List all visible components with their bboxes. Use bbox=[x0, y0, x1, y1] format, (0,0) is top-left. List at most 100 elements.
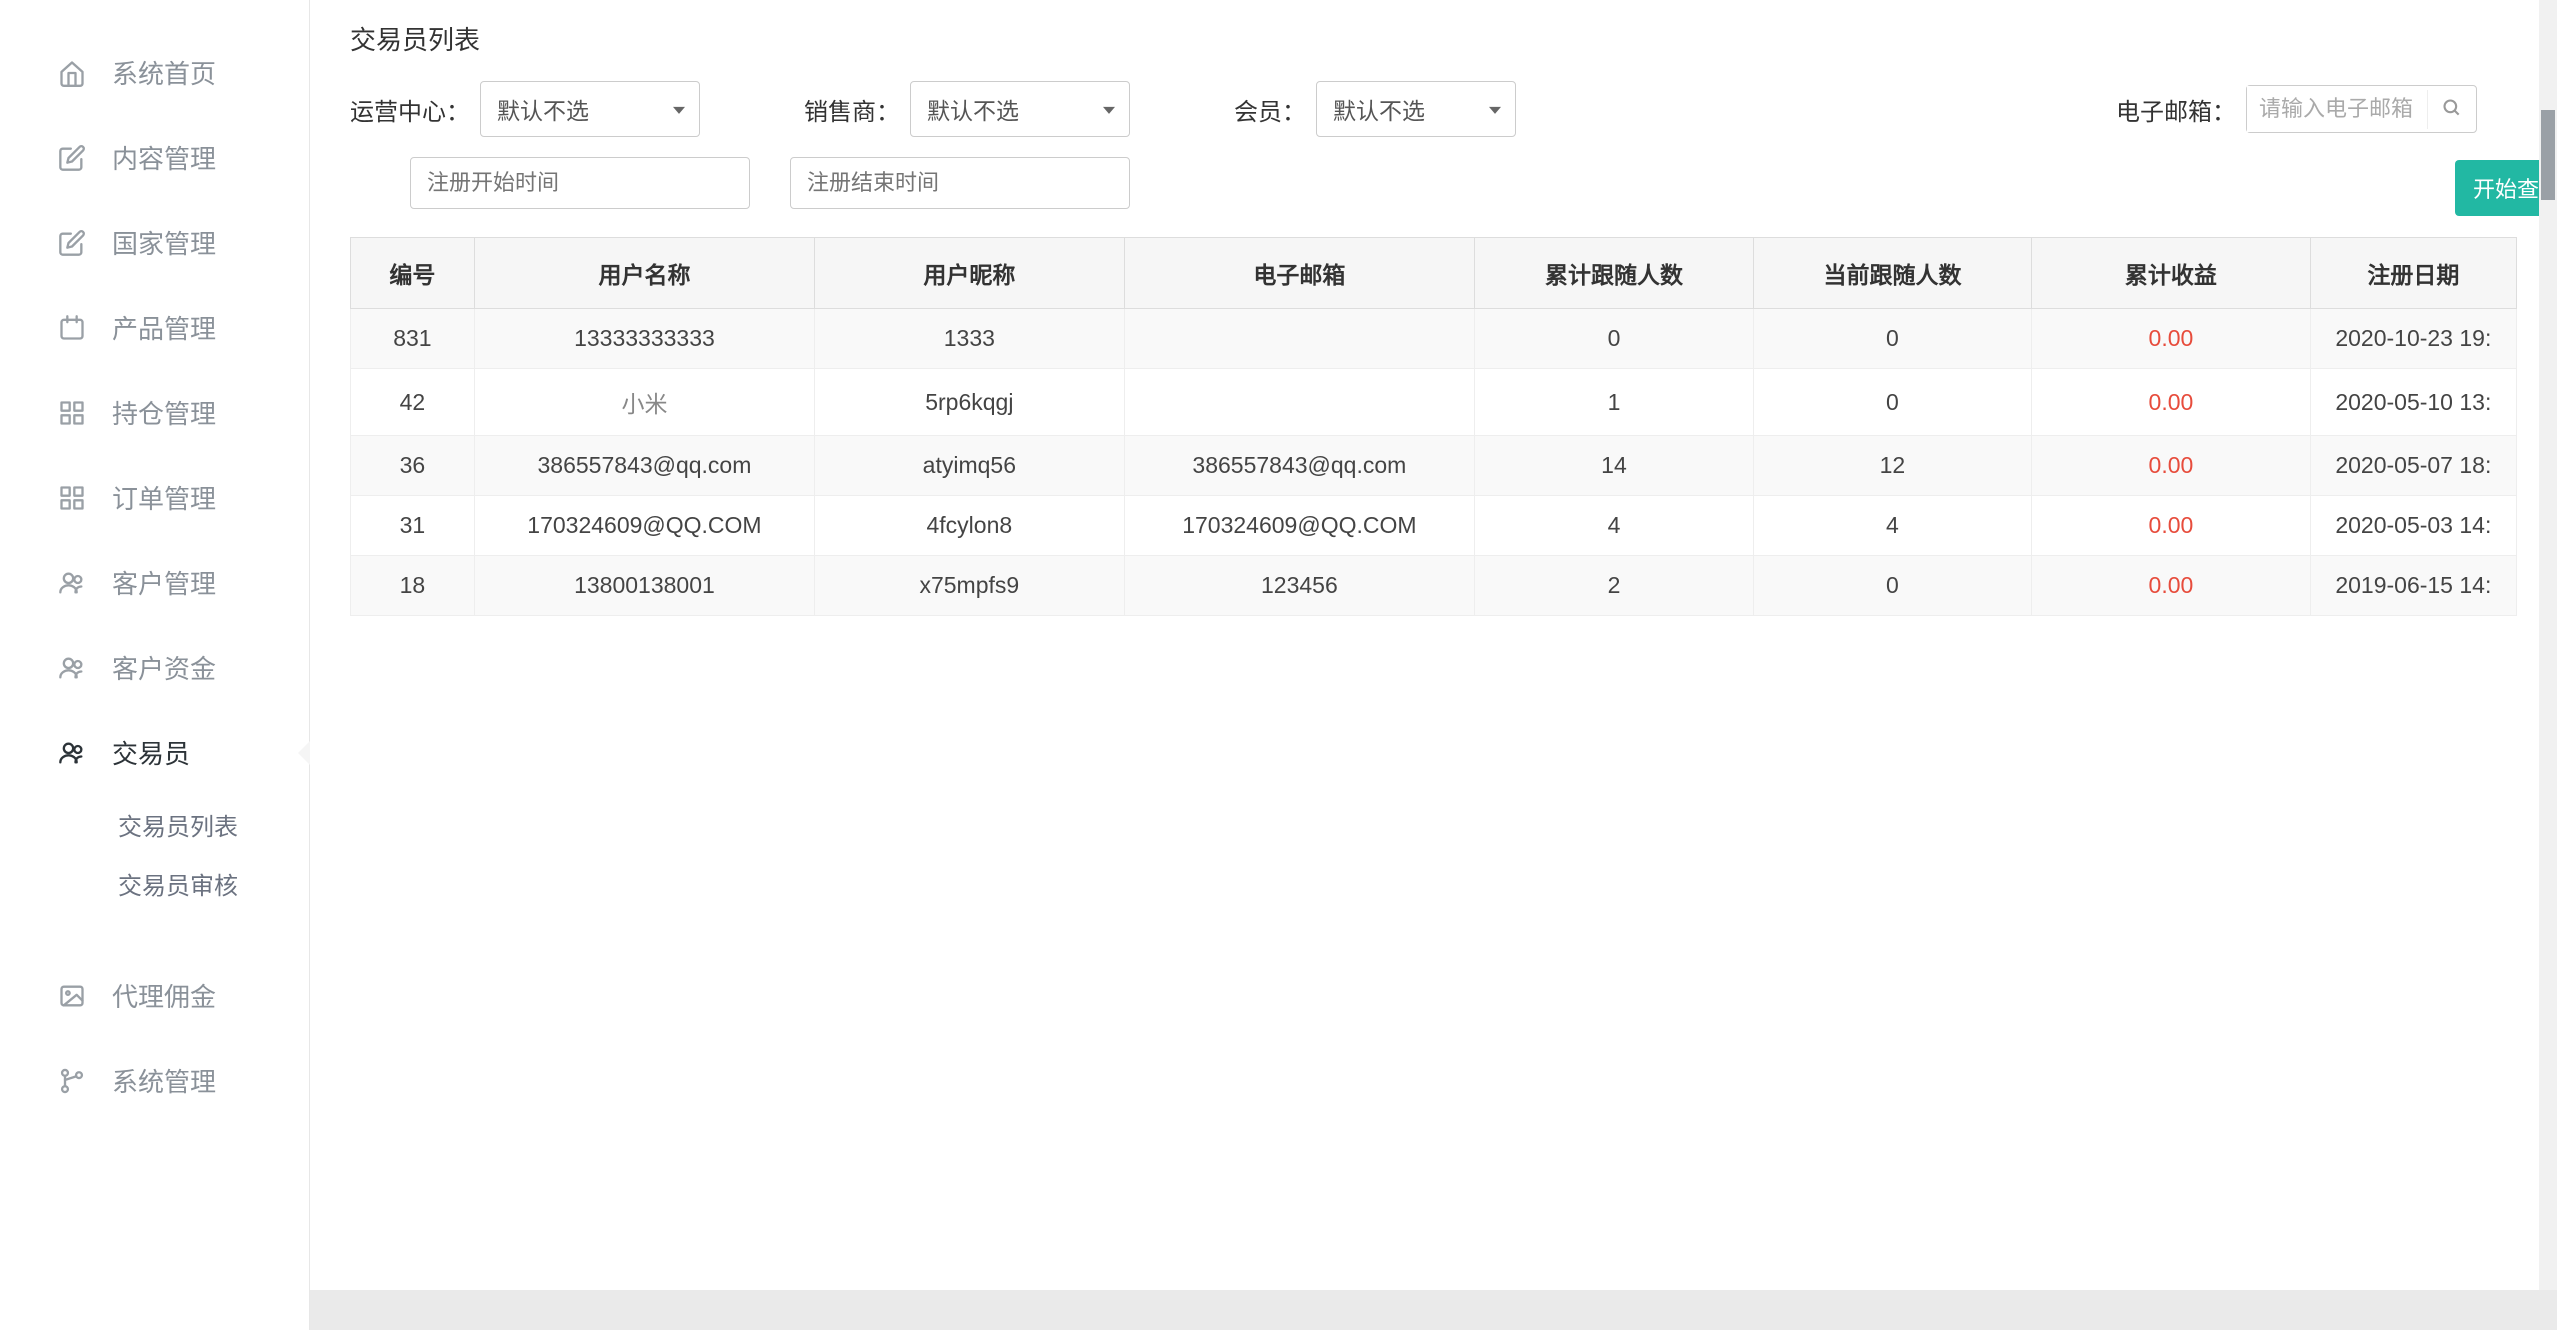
sidebar-item-10[interactable]: 系统管理 bbox=[0, 1038, 309, 1123]
sidebar-item-6[interactable]: 客户管理 bbox=[0, 540, 309, 625]
table-header-0: 编号 bbox=[351, 238, 475, 309]
grid-icon bbox=[56, 397, 88, 429]
main-content: 交易员列表 运营中心： 默认不选 销售商： 默认不选 会员： 默认不选 电子邮箱… bbox=[310, 0, 2557, 1330]
table-header-7: 注册日期 bbox=[2310, 238, 2516, 309]
sidebar-subitem-8-0[interactable]: 交易员列表 bbox=[0, 795, 309, 854]
cell-email: 170324609@QQ.COM bbox=[1124, 496, 1475, 556]
grid-icon bbox=[56, 482, 88, 514]
cell-current-followers: 0 bbox=[1753, 369, 2031, 436]
table-header-5: 当前跟随人数 bbox=[1753, 238, 2031, 309]
filter-row-1: 运营中心： 默认不选 销售商： 默认不选 会员： 默认不选 电子邮箱： bbox=[350, 81, 2517, 137]
email-input[interactable] bbox=[2247, 86, 2427, 132]
cell-id: 42 bbox=[351, 369, 475, 436]
sidebar-item-4[interactable]: 持仓管理 bbox=[0, 370, 309, 455]
sidebar-item-label: 订单管理 bbox=[112, 479, 216, 516]
filter-row-2 bbox=[350, 157, 2517, 209]
sidebar-item-9[interactable]: 代理佣金 bbox=[0, 953, 309, 1038]
page-title: 交易员列表 bbox=[350, 20, 2517, 81]
table-header-6: 累计收益 bbox=[2032, 238, 2310, 309]
cell-profit: 0.00 bbox=[2032, 556, 2310, 616]
sidebar-item-label: 系统管理 bbox=[112, 1062, 216, 1099]
sidebar-item-label: 客户资金 bbox=[112, 649, 216, 686]
email-search-box bbox=[2246, 85, 2477, 133]
table-header-2: 用户昵称 bbox=[815, 238, 1124, 309]
cell-total-followers: 4 bbox=[1475, 496, 1753, 556]
users-icon bbox=[56, 567, 88, 599]
sidebar-subitem-8-1[interactable]: 交易员审核 bbox=[0, 854, 309, 913]
cell-email: 386557843@qq.com bbox=[1124, 436, 1475, 496]
sidebar-item-8[interactable]: 交易员 bbox=[0, 710, 309, 795]
cell-email: 123456 bbox=[1124, 556, 1475, 616]
edit-icon bbox=[56, 142, 88, 174]
sidebar-item-label: 交易员 bbox=[112, 734, 190, 771]
cell-id: 831 bbox=[351, 309, 475, 369]
table-header-3: 电子邮箱 bbox=[1124, 238, 1475, 309]
cell-id: 18 bbox=[351, 556, 475, 616]
cell-reg-date: 2019-06-15 14: bbox=[2310, 556, 2516, 616]
select-member[interactable]: 默认不选 bbox=[1316, 81, 1516, 137]
sidebar-item-label: 产品管理 bbox=[112, 309, 216, 346]
cell-reg-date: 2020-05-03 14: bbox=[2310, 496, 2516, 556]
table-row: 42小米5rp6kqgj 100.002020-05-10 13: bbox=[351, 369, 2517, 436]
filter-seller-label: 销售商： bbox=[804, 92, 900, 127]
sidebar-item-0[interactable]: 系统首页 bbox=[0, 30, 309, 115]
cell-reg-date: 2020-05-10 13: bbox=[2310, 369, 2516, 436]
calendar-icon bbox=[56, 312, 88, 344]
sidebar-item-7[interactable]: 客户资金 bbox=[0, 625, 309, 710]
image-icon bbox=[56, 980, 88, 1012]
cell-profit: 0.00 bbox=[2032, 369, 2310, 436]
cell-total-followers: 0 bbox=[1475, 309, 1753, 369]
cell-total-followers: 1 bbox=[1475, 369, 1753, 436]
home-icon bbox=[56, 57, 88, 89]
filter-email-label: 电子邮箱： bbox=[2116, 92, 2236, 127]
cell-reg-date: 2020-05-07 18: bbox=[2310, 436, 2516, 496]
branch-icon bbox=[56, 1065, 88, 1097]
table-row: 31170324609@QQ.COM4fcylon8170324609@QQ.C… bbox=[351, 496, 2517, 556]
scrollbar-thumb[interactable] bbox=[2541, 110, 2555, 200]
cell-username: 170324609@QQ.COM bbox=[474, 496, 814, 556]
cell-nickname: 5rp6kqgj bbox=[815, 369, 1124, 436]
table-header-1: 用户名称 bbox=[474, 238, 814, 309]
cell-username: 13800138001 bbox=[474, 556, 814, 616]
cell-id: 31 bbox=[351, 496, 475, 556]
sidebar-item-3[interactable]: 产品管理 bbox=[0, 285, 309, 370]
cell-username: 13333333333 bbox=[474, 309, 814, 369]
end-date-input[interactable] bbox=[790, 157, 1130, 209]
sidebar-item-2[interactable]: 国家管理 bbox=[0, 200, 309, 285]
start-date-input[interactable] bbox=[410, 157, 750, 209]
sidebar-item-label: 客户管理 bbox=[112, 564, 216, 601]
sidebar-item-5[interactable]: 订单管理 bbox=[0, 455, 309, 540]
search-icon[interactable] bbox=[2427, 90, 2476, 129]
cell-current-followers: 0 bbox=[1753, 309, 2031, 369]
cell-username: 小米 bbox=[474, 369, 814, 436]
table-header-4: 累计跟随人数 bbox=[1475, 238, 1753, 309]
sidebar-item-label: 国家管理 bbox=[112, 224, 216, 261]
cell-nickname: 1333 bbox=[815, 309, 1124, 369]
footer-bar bbox=[310, 1290, 2557, 1330]
cell-total-followers: 14 bbox=[1475, 436, 1753, 496]
table-row: 1813800138001x75mpfs9123456200.002019-06… bbox=[351, 556, 2517, 616]
cell-profit: 0.00 bbox=[2032, 436, 2310, 496]
select-seller[interactable]: 默认不选 bbox=[910, 81, 1130, 137]
cell-email bbox=[1124, 309, 1475, 369]
users-icon bbox=[56, 737, 88, 769]
edit-icon bbox=[56, 227, 88, 259]
cell-reg-date: 2020-10-23 19: bbox=[2310, 309, 2516, 369]
trader-table: 编号用户名称用户昵称电子邮箱累计跟随人数当前跟随人数累计收益注册日期 83113… bbox=[350, 237, 2517, 616]
cell-username: 386557843@qq.com bbox=[474, 436, 814, 496]
select-center[interactable]: 默认不选 bbox=[480, 81, 700, 137]
cell-nickname: 4fcylon8 bbox=[815, 496, 1124, 556]
sidebar-item-label: 代理佣金 bbox=[112, 977, 216, 1014]
sidebar-item-1[interactable]: 内容管理 bbox=[0, 115, 309, 200]
cell-current-followers: 0 bbox=[1753, 556, 2031, 616]
filter-center-label: 运营中心： bbox=[350, 92, 470, 127]
cell-total-followers: 2 bbox=[1475, 556, 1753, 616]
sidebar-item-label: 持仓管理 bbox=[112, 394, 216, 431]
scrollbar-track[interactable] bbox=[2539, 0, 2557, 1330]
cell-id: 36 bbox=[351, 436, 475, 496]
sidebar-item-label: 内容管理 bbox=[112, 139, 216, 176]
cell-profit: 0.00 bbox=[2032, 309, 2310, 369]
sidebar-item-label: 系统首页 bbox=[112, 54, 216, 91]
cell-email bbox=[1124, 369, 1475, 436]
cell-nickname: atyimq56 bbox=[815, 436, 1124, 496]
